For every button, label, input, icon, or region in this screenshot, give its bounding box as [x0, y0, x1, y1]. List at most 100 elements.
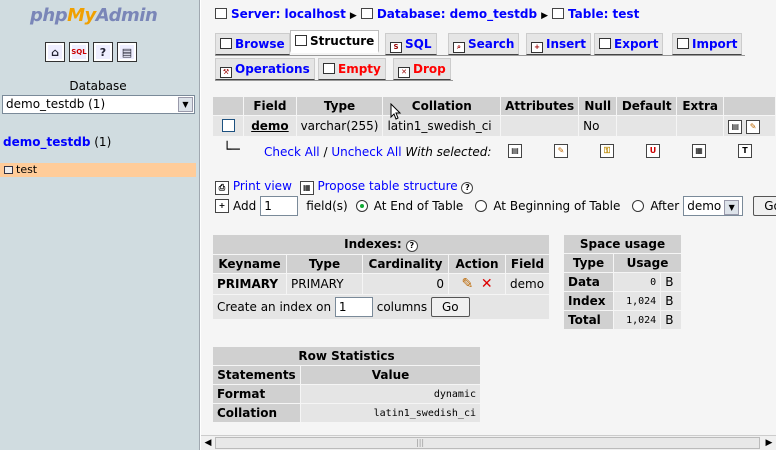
delete-icon[interactable]: ✕ [481, 276, 493, 292]
tab-browse[interactable]: Browse [215, 33, 290, 55]
server-icon [215, 8, 227, 19]
indexes-header-row: Keyname Type Cardinality Action Field [212, 254, 550, 274]
scrollbar-thumb[interactable]: ||| [215, 437, 760, 449]
arrow-up-left-icon: └─ [223, 142, 240, 158]
table-row: demo varchar(255) latin1_swedish_ci No ▤… [211, 115, 776, 137]
check-all-row: Check All / Uncheck All With selected: [264, 145, 492, 159]
insert-icon: + [531, 42, 543, 53]
create-index-count-input[interactable]: 1 [334, 297, 373, 317]
search-icon: ⌕ [453, 42, 465, 53]
help-icon[interactable]: ? [405, 240, 418, 252]
index-icon[interactable]: ▦ [692, 144, 706, 158]
field-name: demo [243, 115, 297, 137]
create-index-go-button[interactable]: Go [430, 297, 470, 317]
add-field-icon: + [215, 199, 229, 213]
breadcrumb-arrow-icon: ▶ [349, 11, 357, 21]
print-view-row: ⎙ Print view ▦ Propose table structure ? [215, 179, 474, 195]
uncheck-all-link[interactable]: Uncheck All [331, 145, 401, 159]
tab-divider [215, 80, 453, 81]
row-statistics-title: Row Statistics [212, 346, 481, 366]
database-select[interactable]: demo_testdb (1) ▼ [2, 95, 195, 114]
table-row: Format dynamic [212, 384, 481, 404]
table-row: Total 1,024 B [563, 310, 682, 330]
sql-query-icon[interactable]: SQL [69, 42, 89, 62]
tab-sql[interactable]: S SQL [385, 33, 437, 55]
tab-insert[interactable]: + Insert [526, 33, 591, 55]
chevron-down-icon[interactable]: ▼ [178, 97, 193, 112]
tab-export[interactable]: Export [594, 33, 664, 55]
structure-table: Field Type Collation Attributes Null Def… [211, 96, 776, 137]
table-icon [4, 166, 13, 174]
at-beginning-radio[interactable] [475, 200, 488, 212]
breadcrumb-arrow-icon: ▶ [541, 11, 548, 21]
index-field: demo [505, 273, 550, 295]
pencil-icon[interactable]: ✎ [746, 120, 761, 134]
tab-search[interactable]: ⌕ Search [448, 33, 520, 55]
after-radio[interactable] [632, 200, 645, 212]
pencil-icon[interactable]: ✎ [461, 276, 473, 292]
field-null: No [578, 115, 618, 137]
propose-structure-link[interactable]: Propose table structure [318, 179, 458, 193]
tab-empty[interactable]: Empty [318, 58, 386, 80]
help-icon[interactable]: ? [461, 182, 474, 194]
tab-import[interactable]: Import [672, 33, 743, 55]
space-usage-title: Space usage [563, 234, 682, 254]
home-icon[interactable]: ⌂ [45, 42, 65, 62]
check-all-link[interactable]: Check All [264, 145, 320, 159]
browse-icon[interactable]: ▤ [508, 144, 522, 158]
add-field-go-button[interactable]: Go [753, 196, 776, 216]
database-label: Database [69, 79, 127, 93]
after-field-select[interactable]: demo ▼ [683, 196, 744, 216]
tab-structure[interactable]: Structure [290, 30, 380, 53]
space-usage-table: Space usage Type Usage Data 0 B Index 1,… [563, 234, 682, 330]
fulltext-icon[interactable]: T [738, 144, 752, 158]
browse-icon [220, 38, 232, 49]
table-row: PRIMARY PRIMARY 0 ✎ ✕ demo [212, 273, 550, 295]
grip-icon: ||| [416, 438, 425, 447]
help-icon[interactable]: ? [93, 42, 113, 62]
print-view-link[interactable]: Print view [233, 179, 292, 193]
horizontal-scrollbar[interactable]: ◀ ||| ▶ [201, 435, 776, 450]
field-default [616, 115, 678, 137]
browse-distinct-icon[interactable]: ▤ [728, 120, 743, 134]
database-icon [360, 8, 373, 19]
breadcrumb-table[interactable]: Table: test [568, 7, 639, 21]
with-selected-actions: ▤ ✎ ⚿ U ▦ T [508, 144, 752, 158]
database-name-link[interactable]: demo_testdb [3, 135, 90, 149]
mouse-cursor-icon [390, 103, 402, 120]
tab-drop[interactable]: ✕ Drop [393, 58, 451, 80]
field-extra [676, 115, 725, 137]
index-keyname: PRIMARY [212, 273, 287, 295]
at-end-radio[interactable] [355, 200, 368, 212]
docs-icon[interactable]: ▤ [117, 42, 137, 62]
table-row: Collation latin1_swedish_ci [212, 403, 481, 423]
row-checkbox[interactable] [221, 119, 235, 132]
create-index-row: Create an index on 1 columns Go [212, 294, 550, 320]
field-type: varchar(255) [295, 115, 384, 137]
add-field-row: + Add 1 field(s) At End of Table At Begi… [215, 196, 776, 216]
structure-header-row: Field Type Collation Attributes Null Def… [211, 96, 776, 116]
add-field-count-input[interactable]: 1 [260, 196, 299, 216]
primary-key-icon[interactable]: ⚿ [600, 144, 614, 158]
scroll-left-icon[interactable]: ◀ [201, 437, 215, 450]
phpmyadmin-logo[interactable]: phpMyAdmin [30, 5, 158, 26]
structure-icon [295, 35, 307, 46]
breadcrumb: Server: localhost ▶ Database: demo_testdb ▶… [215, 7, 639, 21]
indexes-title: Indexes: [344, 237, 402, 251]
table-row: Data 0 B [563, 272, 682, 292]
navigation-frame: phpMyAdmin ⌂ SQL ? ▤ Database demo_testd… [0, 0, 200, 450]
breadcrumb-server[interactable]: Server: localhost [231, 7, 346, 21]
sql-icon: S [390, 42, 402, 53]
table-icon [552, 8, 564, 19]
tab-operations[interactable]: ⚒ Operations [215, 58, 315, 80]
scroll-right-icon[interactable]: ▶ [762, 437, 776, 450]
database-link: demo_testdb (1) [3, 135, 112, 149]
empty-icon [323, 63, 335, 74]
pencil-icon[interactable]: ✎ [554, 144, 568, 158]
breadcrumb-database[interactable]: Database: demo_testdb [377, 7, 537, 21]
sidebar-item-test[interactable]: test [0, 163, 196, 177]
unique-icon[interactable]: U [646, 144, 660, 158]
indexes-table: Indexes: ? Keyname Type Cardinality Acti… [212, 234, 550, 320]
tab-divider [215, 55, 745, 56]
chevron-down-icon[interactable]: ▼ [724, 200, 740, 215]
